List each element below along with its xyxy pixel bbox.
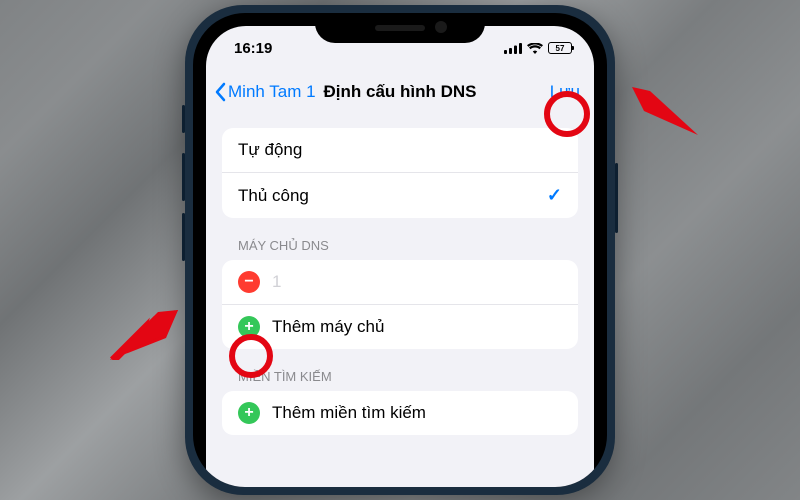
back-label: Minh Tam 1 (228, 82, 316, 102)
chevron-left-icon (214, 82, 226, 102)
device-notch (315, 13, 485, 43)
dns-server-row[interactable]: − 1 (222, 260, 578, 304)
search-domains-group: + Thêm miền tìm kiếm (222, 391, 578, 435)
add-icon[interactable]: + (238, 316, 260, 338)
dns-server-value[interactable]: 1 (272, 272, 281, 292)
mode-manual-label: Thủ công (238, 186, 309, 206)
device-volume-up (182, 153, 185, 201)
save-button[interactable]: Lưu (550, 82, 580, 102)
dns-mode-group: Tự động Thủ công ✓ (222, 128, 578, 218)
mode-automatic-label: Tự động (238, 140, 302, 160)
screen: 16:19 57 Minh Tam 1 (206, 26, 594, 487)
nav-bar: Minh Tam 1 Định cấu hình DNS Lưu (206, 70, 594, 114)
back-button[interactable]: Minh Tam 1 (214, 82, 316, 102)
mode-manual-cell[interactable]: Thủ công ✓ (222, 172, 578, 218)
wifi-icon (527, 43, 543, 54)
add-server-row[interactable]: + Thêm máy chủ (222, 304, 578, 349)
device-mute-switch (182, 105, 185, 133)
cellular-signal-icon (504, 43, 522, 54)
page-title: Định cấu hình DNS (324, 82, 477, 102)
annotation-arrow-right (632, 87, 700, 137)
delete-icon[interactable]: − (238, 271, 260, 293)
add-search-domain-label: Thêm miền tìm kiếm (272, 403, 426, 423)
device-frame: 16:19 57 Minh Tam 1 (185, 5, 615, 495)
status-time: 16:19 (234, 40, 272, 57)
add-search-domain-row[interactable]: + Thêm miền tìm kiếm (222, 391, 578, 435)
add-server-label: Thêm máy chủ (272, 317, 384, 337)
dns-servers-header: MÁY CHỦ DNS (238, 238, 562, 253)
add-icon[interactable]: + (238, 402, 260, 424)
device-power-button (615, 163, 618, 233)
dns-servers-group: − 1 + Thêm máy chủ (222, 260, 578, 349)
annotation-arrow-left (110, 310, 178, 360)
mode-automatic-cell[interactable]: Tự động (222, 128, 578, 172)
checkmark-icon: ✓ (547, 185, 562, 206)
battery-indicator: 57 (548, 42, 572, 54)
device-volume-down (182, 213, 185, 261)
search-domains-header: MIỀN TÌM KIẾM (238, 369, 562, 384)
